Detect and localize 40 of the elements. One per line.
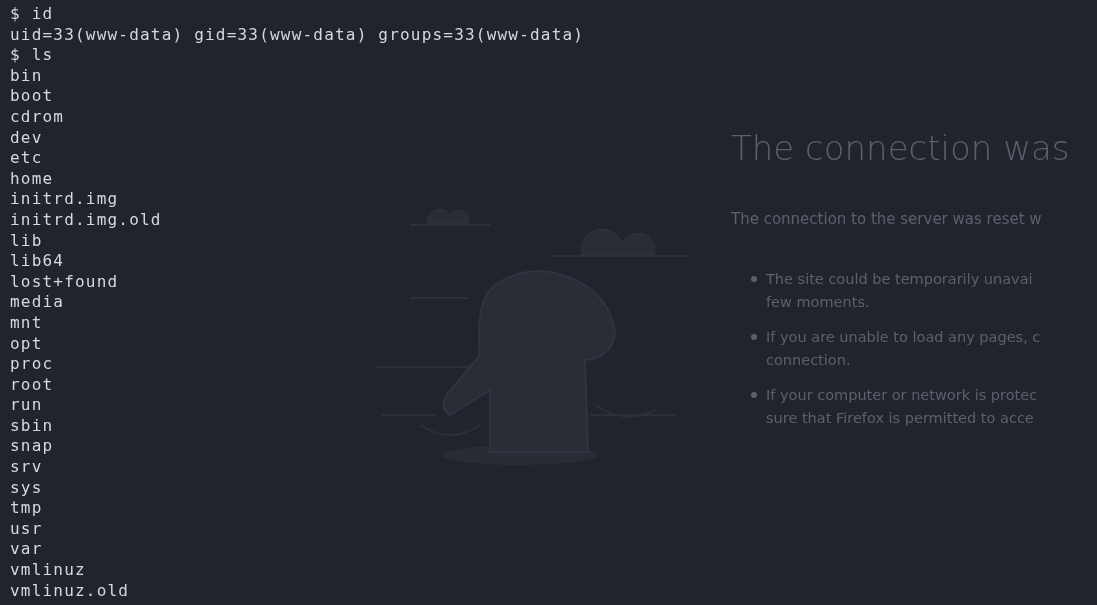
terminal-output: lib [10, 230, 43, 250]
terminal-output: snap [10, 436, 54, 456]
error-hint-text: sure that Firefox is permitted to acce [766, 409, 1035, 428]
terminal-output: uid=33(www-data) gid=33(www-data) groups=33(www-data) [10, 24, 585, 44]
terminal-command: $ ls [10, 45, 54, 65]
terminal-output: etc [10, 148, 43, 168]
error-hint-text: few moments. [766, 293, 871, 312]
terminal-output: sys [10, 477, 43, 497]
error-hint-text: If you are unable to load any pages, c [766, 328, 1041, 347]
terminal-output: usr [10, 518, 43, 538]
error-hint-text: If your computer or network is protec [766, 386, 1038, 405]
terminal-output: lost+found [10, 271, 119, 291]
terminal-output: initrd.img.old [10, 209, 162, 229]
terminal-output: root [10, 374, 54, 394]
terminal-output: bin [10, 65, 43, 85]
terminal-output: tmp [10, 498, 43, 518]
bullet-icon [751, 392, 757, 398]
terminal-output: boot [10, 86, 54, 106]
error-hint-text: connection. [766, 351, 852, 370]
error-title: The connection was [731, 127, 1070, 170]
error-message: The connection to the server was reset w [731, 210, 1043, 228]
terminal-output: run [10, 395, 43, 415]
terminal-output: cdrom [10, 106, 65, 126]
terminal-output: vmlinuz.old [10, 580, 130, 600]
bullet-icon [751, 276, 757, 282]
terminal-output: srv [10, 457, 43, 477]
terminal-output: sbin [10, 415, 54, 435]
terminal-output: var [10, 539, 43, 559]
terminal-output: dev [10, 127, 43, 147]
bullet-icon [751, 334, 757, 340]
error-hint-text: The site could be temporarily unavai [766, 270, 1033, 289]
terminal-output: proc [10, 354, 54, 374]
terminal-output: media [10, 292, 65, 312]
terminal-output: lib64 [10, 251, 65, 271]
terminal-command: $ id [10, 4, 54, 23]
terminal-output: home [10, 168, 54, 188]
terminal-output: opt [10, 333, 43, 353]
terminal-output: mnt [10, 312, 43, 332]
terminal-output: initrd.img [10, 189, 119, 209]
terminal-output: vmlinuz [10, 560, 86, 580]
